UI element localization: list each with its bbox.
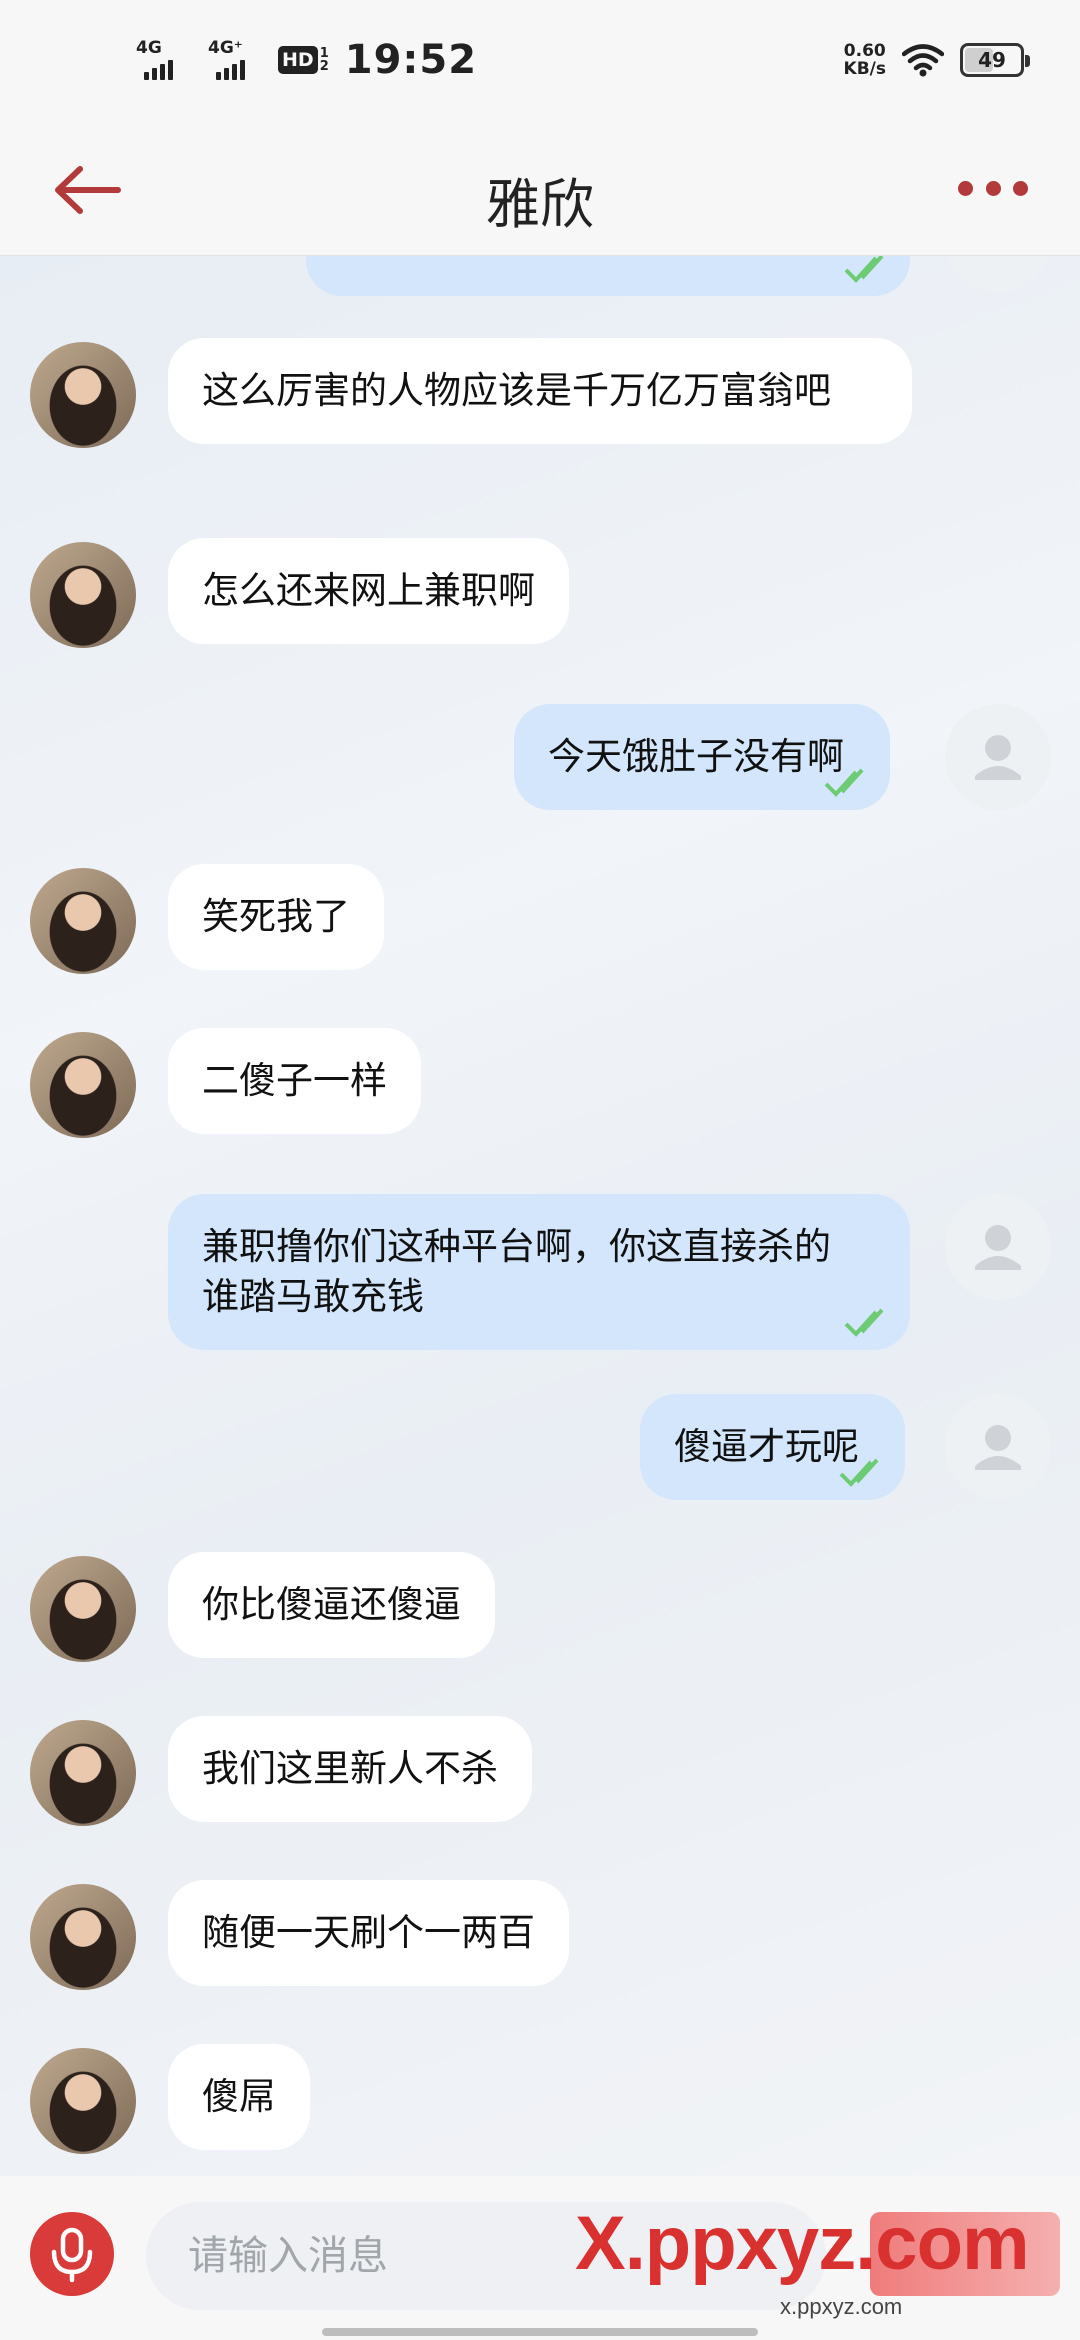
avatar-contact[interactable] [30,868,136,974]
default-user-icon [975,1225,1021,1270]
message-text: 这么厉害的人物应该是千万亿万富翁吧 [202,369,831,412]
message-text: 兼职撸你们这种平台啊，你这直接杀的谁踏马敢充钱 [202,1225,831,1318]
battery-icon: 49 [960,43,1030,77]
avatar-contact[interactable] [30,542,136,648]
message-bubble-incoming[interactable]: 二傻子一样 [168,1028,421,1134]
default-user-icon [975,1425,1021,1470]
status-right: 0.60 KB/s 49 [844,34,1030,86]
speed-unit: KB/s [843,59,886,79]
signal-bars-icon [144,60,173,80]
avatar-contact[interactable] [30,342,136,448]
message-bubble-incoming[interactable]: 你比傻逼还傻逼 [168,1552,495,1658]
speed-value: 0.60 [843,41,886,61]
status-left: 4G 4G⁺ HD 1 2 19:52 [134,34,477,86]
message-text: 笑死我了 [202,895,350,938]
chat-message-list[interactable]: 这么厉害的人物应该是千万亿万富翁吧 怎么还来网上兼职啊 今天饿肚子没有啊 笑死我… [0,256,1080,2176]
hd-label: HD [278,46,318,74]
avatar-contact[interactable] [30,1720,136,1826]
message-text: 二傻子一样 [202,1059,387,1102]
read-receipt-icon [844,1308,884,1337]
default-user-icon [975,735,1021,780]
voice-input-button[interactable] [30,2212,114,2296]
hd-sub-bottom: 2 [319,59,329,74]
read-receipt-icon [839,1458,879,1487]
back-arrow-icon[interactable] [52,164,122,216]
signal-1: 4G [134,38,196,82]
contact-name-title: 雅欣 [486,173,594,236]
message-bubble-outgoing[interactable] [306,256,910,296]
message-text: 我们这里新人不杀 [202,1747,498,1790]
message-text: 傻逼才玩呢 [674,1425,859,1468]
battery-level: 49 [978,48,1006,72]
chat-header: 雅欣 [0,124,1080,256]
message-bubble-outgoing[interactable]: 傻逼才玩呢 [640,1394,905,1500]
network-speed: 0.60 KB/s [844,42,886,78]
message-bubble-incoming[interactable]: 傻屌 [168,2044,310,2150]
message-bubble-outgoing[interactable]: 今天饿肚子没有啊 [514,704,890,810]
watermark-url: x.ppxyz.com [780,2294,903,2319]
network-type-1: 4G [136,38,162,58]
message-text: 随便一天刷个一两百 [202,1911,535,1954]
message-text: 怎么还来网上兼职啊 [202,569,535,612]
message-input-bar: X.ppxyz.com x.ppxyz.com [0,2176,1080,2340]
message-text: 今天饿肚子没有啊 [548,735,844,778]
avatar-self[interactable] [945,1194,1051,1300]
wifi-icon [902,44,944,77]
more-options-icon[interactable] [958,166,1028,210]
signal-bars-icon [216,60,245,80]
read-receipt-icon [824,768,864,797]
message-bubble-incoming[interactable]: 笑死我了 [168,864,384,970]
message-text: 你比傻逼还傻逼 [202,1583,461,1626]
status-bar: 4G 4G⁺ HD 1 2 19:52 0.60 KB/s 49 [0,0,1080,124]
watermark-text: X.ppxyz.com [575,2201,1030,2286]
network-type-2: 4G⁺ [208,38,243,58]
avatar-contact[interactable] [30,1884,136,1990]
avatar-self[interactable] [945,256,1051,292]
message-bubble-outgoing[interactable]: 兼职撸你们这种平台啊，你这直接杀的谁踏马敢充钱 [168,1194,910,1350]
read-receipt-icon [844,256,884,283]
avatar-contact[interactable] [30,1032,136,1138]
hd-voice-icon: HD 1 2 [278,46,329,74]
message-bubble-incoming[interactable]: 随便一天刷个一两百 [168,1880,569,1986]
signal-2: 4G⁺ [206,38,268,82]
avatar-contact[interactable] [30,2048,136,2154]
avatar-self[interactable] [945,704,1051,810]
clock: 19:52 [344,37,478,83]
message-bubble-incoming[interactable]: 怎么还来网上兼职啊 [168,538,569,644]
microphone-icon [51,2227,93,2283]
home-indicator[interactable] [322,2328,758,2336]
avatar-self[interactable] [945,1394,1051,1500]
avatar-contact[interactable] [30,1556,136,1662]
message-bubble-incoming[interactable]: 我们这里新人不杀 [168,1716,532,1822]
message-text: 傻屌 [202,2075,276,2118]
message-bubble-incoming[interactable]: 这么厉害的人物应该是千万亿万富翁吧 [168,338,912,444]
